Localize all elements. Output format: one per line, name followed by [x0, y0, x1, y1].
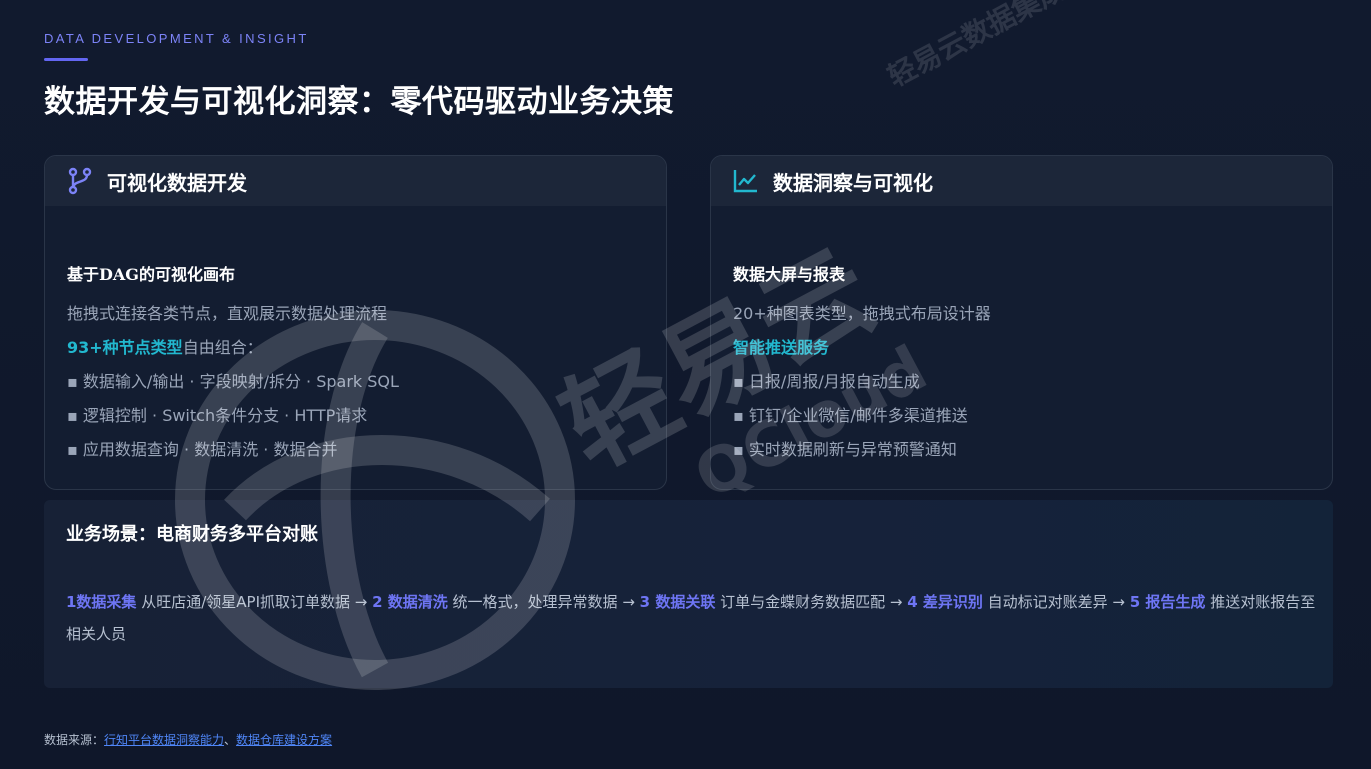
- bullet-item: ▪ 实时数据刷新与异常预警通知: [733, 440, 957, 459]
- step-text: 自动标记对账差异 →: [982, 593, 1130, 611]
- card-insight: 数据洞察与可视化 数据大屏与报表 20+种图表类型，拖拽式布局设计器 智能推送服…: [710, 155, 1333, 490]
- step-label: 1数据采集: [66, 593, 137, 611]
- card-subtitle: 基于DAG的可视化画布: [67, 265, 235, 284]
- step-label: 2 数据清洗: [372, 593, 448, 611]
- step-text: 从旺店通/领星API抓取订单数据 →: [136, 593, 373, 611]
- card-subtitle: 数据大屏与报表: [733, 265, 846, 284]
- line-chart-icon: [733, 167, 759, 195]
- watermark-text: 轻易云数据集成平台: [882, 0, 1121, 94]
- card-title: 数据洞察与可视化: [773, 170, 933, 195]
- page-title: 数据开发与可视化洞察：零代码驱动业务决策: [44, 84, 674, 120]
- card-header: 数据洞察与可视化: [711, 156, 1332, 206]
- step-label: 3 数据关联: [639, 593, 716, 611]
- source-link-warehouse[interactable]: 数据仓库建设方案: [236, 733, 332, 747]
- eyebrow-divider: [44, 58, 88, 61]
- bullet-item: ▪ 数据输入/输出 · 字段映射/拆分 · Spark SQL: [67, 372, 399, 391]
- footer-prefix: 数据来源：: [44, 733, 105, 747]
- card-header: 可视化数据开发: [45, 156, 666, 206]
- footer-separator: 、: [224, 733, 237, 747]
- highlight-text: 智能推送服务: [733, 338, 830, 357]
- card-description: 拖拽式连接各类节点，直观展示数据处理流程: [67, 304, 388, 323]
- scenario-flow: 1数据采集 从旺店通/领星API抓取订单数据 → 2 数据清洗 统一格式，处理异…: [66, 586, 1316, 650]
- scenario-panel: 业务场景：电商财务多平台对账 1数据采集 从旺店通/领星API抓取订单数据 → …: [44, 500, 1333, 688]
- scenario-title: 业务场景：电商财务多平台对账: [66, 524, 318, 545]
- step-label: 5 报告生成: [1129, 593, 1206, 611]
- bullet-item: ▪ 逻辑控制 · Switch条件分支 · HTTP请求: [67, 406, 368, 425]
- card-visual-dev: 可视化数据开发 基于DAG的可视化画布 拖拽式连接各类节点，直观展示数据处理流程…: [44, 155, 667, 490]
- card-description: 20+种图表类型，拖拽式布局设计器: [733, 304, 991, 323]
- step-text: 统一格式，处理异常数据 →: [447, 593, 640, 611]
- bullet-item: ▪ 钉钉/企业微信/邮件多渠道推送: [733, 406, 968, 425]
- step-text: 订单与金蝶财务数据匹配 →: [715, 593, 908, 611]
- source-footer: 数据来源：行知平台数据洞察能力、数据仓库建设方案: [44, 731, 332, 748]
- highlight-suffix: 自由组合：: [182, 338, 263, 357]
- git-branch-icon: [67, 167, 93, 195]
- eyebrow-label: DATA DEVELOPMENT & INSIGHT: [44, 31, 309, 46]
- bullet-item: ▪ 日报/周报/月报自动生成: [733, 372, 920, 391]
- card-title: 可视化数据开发: [107, 170, 247, 195]
- source-link-insight[interactable]: 行知平台数据洞察能力: [104, 733, 224, 747]
- step-label: 4 差异识别: [907, 593, 983, 611]
- card-highlight-line: 93+种节点类型自由组合：: [67, 331, 644, 365]
- highlight-text: 93+种节点类型: [67, 338, 183, 357]
- bullet-item: ▪ 应用数据查询 · 数据清洗 · 数据合并: [67, 440, 338, 459]
